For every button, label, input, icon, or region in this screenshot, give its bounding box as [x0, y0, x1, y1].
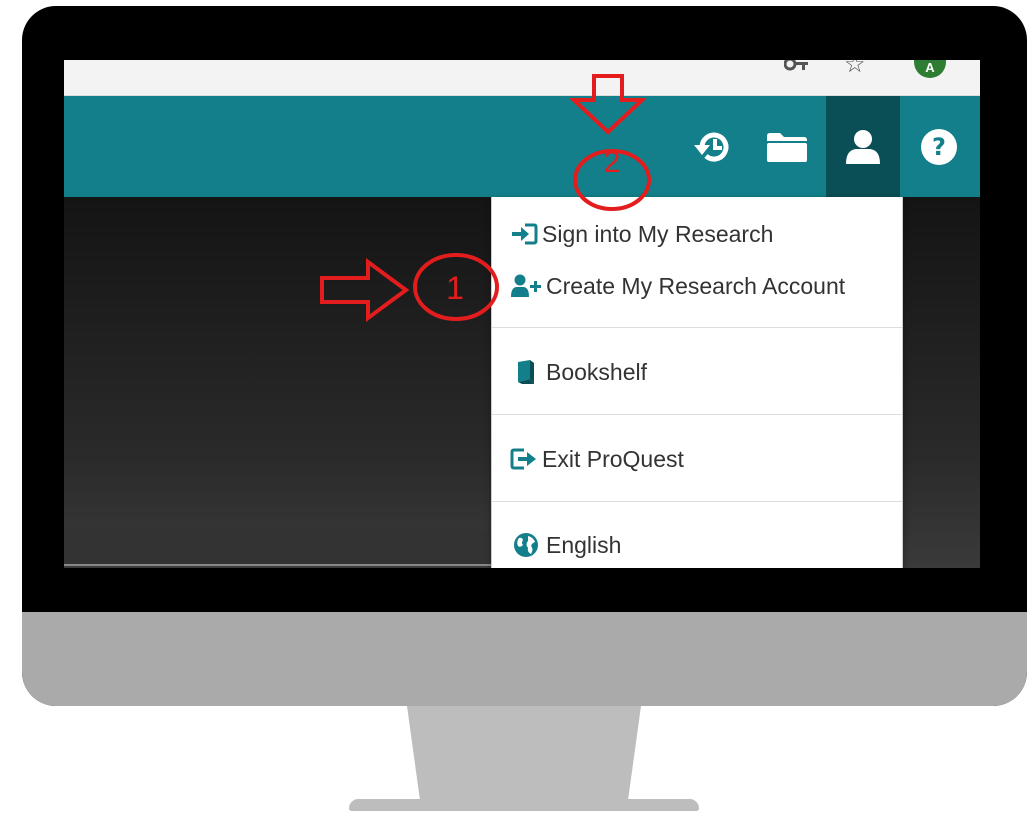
page-footer-strip	[64, 530, 494, 566]
svg-text:?: ?	[932, 133, 946, 161]
step-2-label: 2	[603, 146, 621, 179]
folder-icon	[767, 132, 807, 162]
monitor-chin	[22, 612, 1027, 706]
menu-item-label: Create My Research Account	[546, 272, 846, 299]
screen: ☆ A ? Sign into My Research Create My Re…	[64, 60, 980, 568]
menu-item-label: Exit ProQuest	[542, 445, 684, 472]
user-icon	[846, 129, 880, 164]
history-icon	[694, 132, 729, 162]
sign-in-icon	[512, 223, 538, 245]
menu-divider	[492, 327, 902, 328]
user-menu-button[interactable]	[826, 96, 900, 197]
step-1-label: 1	[446, 270, 464, 306]
arrow-right-annotation	[320, 258, 410, 322]
exit-icon	[510, 448, 536, 470]
user-dropdown-menu: Sign into My Research Create My Research…	[491, 197, 903, 568]
arrow-down-annotation	[570, 74, 646, 135]
book-icon	[518, 360, 534, 384]
browser-toolbar: ☆ A	[64, 60, 980, 96]
menu-item-create-account[interactable]: Create My Research Account	[492, 266, 902, 306]
monitor-stand-base	[349, 799, 699, 811]
folder-button[interactable]	[750, 96, 824, 197]
app-header: ?	[64, 96, 980, 197]
menu-item-label: English	[546, 531, 622, 558]
help-button[interactable]: ?	[902, 96, 976, 197]
menu-divider	[492, 414, 902, 415]
help-icon: ?	[921, 128, 957, 165]
key-icon[interactable]	[784, 60, 810, 72]
profile-avatar[interactable]: A	[914, 60, 946, 78]
menu-item-bookshelf[interactable]: Bookshelf	[492, 352, 902, 392]
menu-item-label: Bookshelf	[546, 358, 648, 385]
menu-item-exit[interactable]: Exit ProQuest	[492, 439, 902, 479]
menu-divider	[492, 501, 902, 502]
star-icon[interactable]: ☆	[844, 60, 866, 78]
menu-item-sign-in[interactable]: Sign into My Research	[492, 214, 902, 254]
add-user-icon	[511, 274, 541, 297]
globe-icon	[514, 533, 538, 557]
monitor-stand	[407, 706, 641, 808]
menu-item-label: Sign into My Research	[542, 220, 774, 247]
menu-item-language[interactable]: English	[492, 525, 902, 565]
history-button[interactable]	[675, 96, 749, 197]
